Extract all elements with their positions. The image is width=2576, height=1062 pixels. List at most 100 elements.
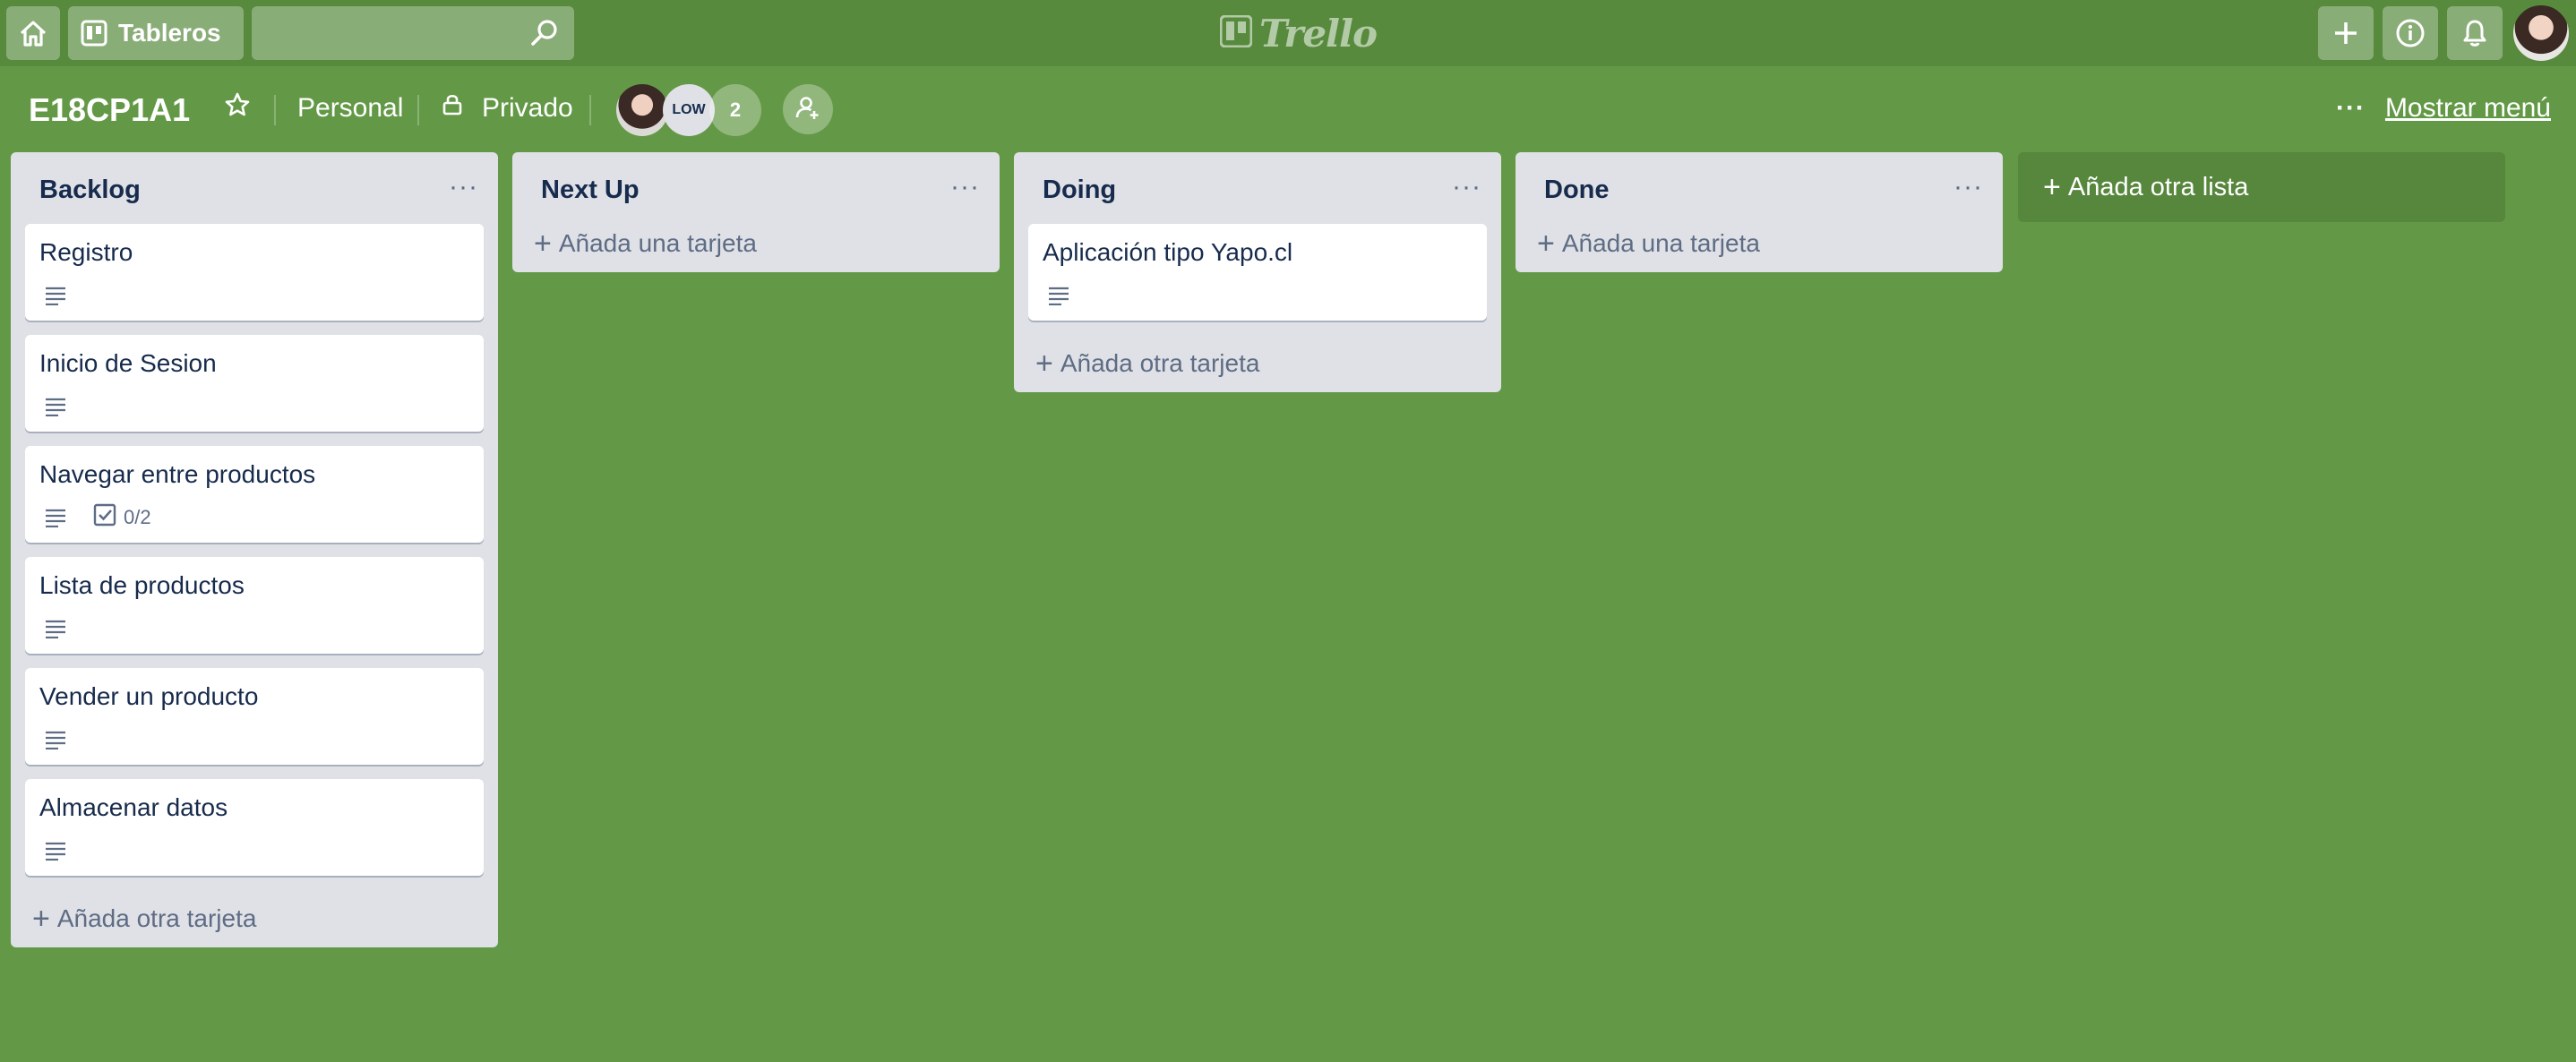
- board-title[interactable]: E18CP1A1: [29, 91, 190, 129]
- notifications-button[interactable]: [2447, 6, 2503, 60]
- trello-logo[interactable]: Trello: [1219, 9, 1378, 57]
- show-menu-button[interactable]: ··· Mostrar menú: [2336, 93, 2551, 124]
- trello-logo-text: Trello: [1259, 11, 1378, 56]
- list-menu-button[interactable]: ···: [449, 172, 478, 202]
- plus-icon: +: [1035, 346, 1053, 381]
- card-list: Registro Inicio de Sesion Navegar entre pr…: [11, 224, 498, 876]
- info-button[interactable]: [2383, 6, 2438, 60]
- card-title: Registro: [39, 238, 133, 266]
- description-icon: [1043, 282, 1075, 309]
- description-icon: [39, 393, 72, 420]
- board-header: E18CP1A1 Personal Privado LOW 2 ··· Most…: [0, 79, 2576, 141]
- card-badges: [39, 279, 469, 312]
- description-icon: [39, 282, 72, 309]
- member-avatar-initials[interactable]: LOW: [663, 84, 715, 136]
- home-icon: [18, 19, 48, 47]
- description-icon: [39, 504, 72, 531]
- card-badges: [39, 612, 469, 645]
- checklist-icon: [93, 503, 116, 532]
- add-member-icon: [794, 94, 821, 125]
- team-button[interactable]: Personal: [297, 93, 403, 124]
- more-dots: ···: [2335, 93, 2366, 123]
- list-menu-button[interactable]: ···: [1452, 172, 1481, 202]
- boards-icon: [81, 20, 107, 47]
- list-header: Next Up ···: [512, 152, 1000, 224]
- card[interactable]: Almacenar datos: [25, 779, 484, 876]
- card-title: Vender un producto: [39, 682, 259, 710]
- create-button[interactable]: [2318, 6, 2374, 60]
- add-list-button[interactable]: + Añada otra lista: [2018, 152, 2505, 222]
- list-title[interactable]: Backlog: [39, 176, 141, 205]
- star-icon: [224, 91, 251, 125]
- add-card-label: Añada otra tarjeta: [56, 904, 257, 932]
- list-title[interactable]: Next Up: [541, 176, 640, 205]
- list-menu-button[interactable]: ···: [950, 172, 980, 202]
- trello-logo-icon: [1219, 14, 1253, 52]
- card[interactable]: Inicio de Sesion: [25, 335, 484, 432]
- plus-icon: +: [32, 901, 50, 936]
- list-doing: Doing ··· Aplicación tipo Yapo.cl + Añada ot…: [1014, 152, 1501, 392]
- bell-icon: [2461, 18, 2488, 48]
- visibility-button[interactable]: Privado: [442, 93, 573, 124]
- list-header: Backlog ···: [11, 152, 498, 224]
- invite-button[interactable]: [783, 84, 833, 134]
- card-badges: [39, 724, 469, 756]
- list-title[interactable]: Doing: [1043, 176, 1116, 205]
- plus-icon: [2332, 20, 2359, 47]
- add-card-label: Añada otra tarjeta: [1060, 349, 1260, 377]
- add-card-button[interactable]: + Añada otra tarjeta: [11, 890, 498, 947]
- search-input[interactable]: [252, 6, 574, 60]
- card-title: Aplicación tipo Yapo.cl: [1043, 238, 1293, 266]
- lock-icon: [442, 93, 462, 124]
- card-title: Almacenar datos: [39, 793, 228, 821]
- list-header: Done ···: [1516, 152, 2003, 224]
- card[interactable]: Vender un producto: [25, 668, 484, 765]
- header-divider: [589, 95, 591, 125]
- card-title: Lista de productos: [39, 571, 245, 599]
- card[interactable]: Lista de productos: [25, 557, 484, 654]
- card-badges: [39, 390, 469, 423]
- plus-icon: +: [2043, 169, 2061, 204]
- visibility-label: Privado: [482, 93, 573, 123]
- checklist-count: 0/2: [124, 506, 151, 528]
- list-header: Doing ···: [1014, 152, 1501, 224]
- list-done: Done ··· + Añada una tarjeta: [1516, 152, 2003, 272]
- card-title: Navegar entre productos: [39, 460, 316, 488]
- card-badges: 0/2: [39, 501, 469, 534]
- add-card-label: Añada una tarjeta: [1561, 229, 1760, 257]
- member-count[interactable]: 2: [709, 84, 761, 136]
- add-list-label: Añada otra lista: [2067, 172, 2249, 201]
- header-divider: [274, 95, 276, 125]
- list-backlog: Backlog ··· Registro Inicio de Sesion Navega…: [11, 152, 498, 947]
- search-icon: [529, 18, 560, 48]
- show-menu-link[interactable]: Mostrar menú: [2385, 93, 2551, 124]
- description-icon: [39, 615, 72, 642]
- card-badges: [39, 835, 469, 867]
- team-label: Personal: [297, 93, 404, 123]
- card[interactable]: Aplicación tipo Yapo.cl: [1028, 224, 1487, 321]
- card[interactable]: Navegar entre productos 0/2: [25, 446, 484, 543]
- description-icon: [39, 837, 72, 864]
- add-card-button[interactable]: + Añada otra tarjeta: [1014, 335, 1501, 392]
- card-title: Inicio de Sesion: [39, 349, 217, 377]
- home-button[interactable]: [6, 6, 60, 60]
- info-icon: [2395, 18, 2426, 48]
- add-card-label: Añada una tarjeta: [558, 229, 757, 257]
- boards-label: Tableros: [118, 19, 221, 47]
- top-navigation-bar: Tableros Trello: [0, 0, 2576, 66]
- description-icon: [39, 726, 72, 753]
- card-badges: [1043, 279, 1473, 312]
- user-avatar[interactable]: [2512, 4, 2571, 63]
- plus-icon: +: [1537, 226, 1555, 261]
- list-title[interactable]: Done: [1544, 176, 1610, 205]
- plus-icon: +: [534, 226, 552, 261]
- list-next-up: Next Up ··· + Añada una tarjeta: [512, 152, 1000, 272]
- card-list: Aplicación tipo Yapo.cl: [1014, 224, 1501, 321]
- list-menu-button[interactable]: ···: [1953, 172, 1983, 202]
- checklist-badge: 0/2: [93, 503, 151, 532]
- header-divider: [417, 95, 419, 125]
- star-button[interactable]: [224, 91, 251, 125]
- member-avatar[interactable]: [616, 84, 668, 136]
- card[interactable]: Registro: [25, 224, 484, 321]
- boards-button[interactable]: Tableros: [68, 6, 244, 60]
